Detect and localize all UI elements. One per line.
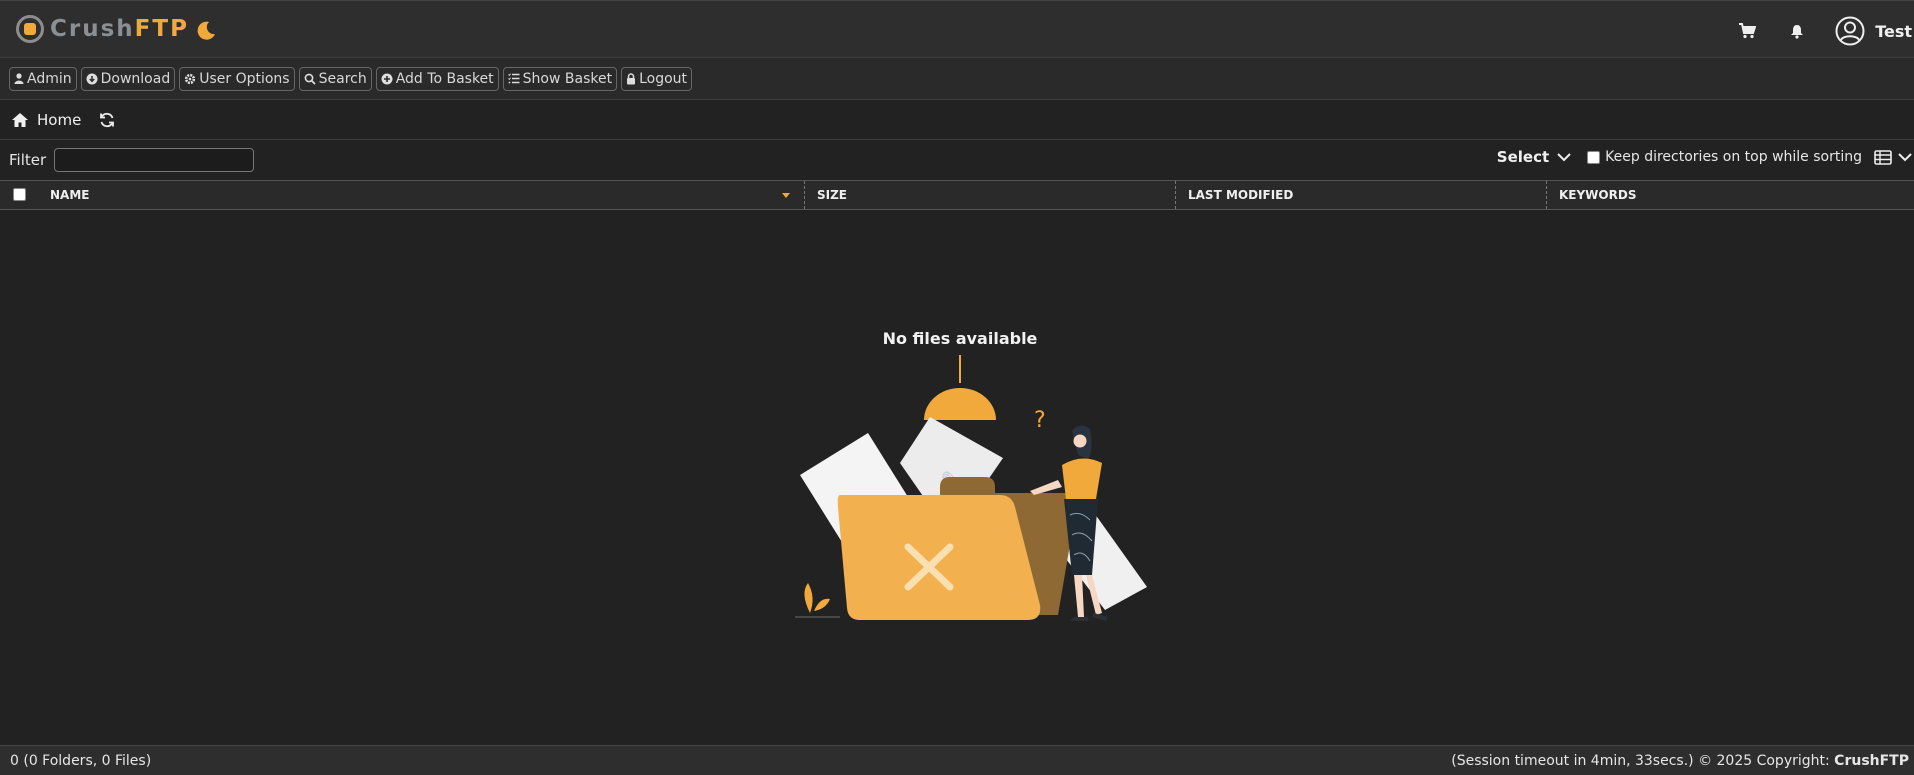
header-actions: Test <box>1735 14 1914 48</box>
crushftp-logo[interactable]: CrushFTP <box>16 15 189 43</box>
user-options-button-label: User Options <box>199 70 290 87</box>
svg-text:?: ? <box>1034 408 1046 433</box>
download-button-label: Download <box>100 70 171 87</box>
breadcrumb-home[interactable]: Home <box>37 111 81 129</box>
breadcrumb: Home <box>0 100 1914 140</box>
keep-directories-label: Keep directories on top while sorting <box>1605 149 1862 165</box>
view-mode-icon[interactable] <box>1874 149 1892 165</box>
select-dropdown[interactable]: Select <box>1497 148 1549 166</box>
add-to-basket-button-label: Add To Basket <box>395 70 494 87</box>
column-divider[interactable] <box>1175 181 1176 209</box>
empty-folder-illustration: ✎ ? <box>795 355 1147 621</box>
chevron-down-icon[interactable] <box>1557 152 1571 162</box>
keep-directories-checkbox[interactable] <box>1587 150 1601 164</box>
user-options-button[interactable]: User Options <box>179 66 295 91</box>
lock-icon <box>627 72 636 84</box>
home-icon[interactable] <box>11 112 29 128</box>
add-circle-icon <box>381 73 393 84</box>
session-info: (Session timeout in 4min, 33secs.) © 202… <box>1451 753 1909 769</box>
status-bar: 0 (0 Folders, 0 Files) (Session timeout … <box>0 745 1914 775</box>
user-icon <box>14 73 24 84</box>
admin-button[interactable]: Admin <box>9 66 77 91</box>
select-all-checkbox[interactable] <box>13 188 26 201</box>
show-basket-button[interactable]: Show Basket <box>502 66 618 91</box>
cart-icon[interactable] <box>1735 19 1759 43</box>
download-button[interactable]: Download <box>80 66 176 91</box>
admin-button-label: Admin <box>27 70 72 87</box>
logout-button-label: Logout <box>639 70 688 87</box>
filter-input[interactable] <box>54 148 255 172</box>
column-size[interactable]: SIZE <box>817 181 847 209</box>
gear-icon <box>185 73 196 84</box>
item-count: 0 (0 Folders, 0 Files) <box>10 752 152 769</box>
column-name[interactable]: NAME <box>50 181 798 209</box>
logo-text-ftp: FTP <box>134 16 189 42</box>
search-icon <box>304 73 316 85</box>
toolbar: Admin Download User Options Search Add T… <box>0 58 1914 100</box>
copyright-brand: CrushFTP <box>1834 752 1909 769</box>
top-bar: CrushFTP Test <box>0 0 1914 58</box>
user-name[interactable]: Test <box>1875 22 1912 41</box>
column-last-modified[interactable]: LAST MODIFIED <box>1188 181 1293 209</box>
file-table-header: NAME SIZE LAST MODIFIED KEYWORDS <box>0 180 1914 210</box>
refresh-icon[interactable] <box>99 112 115 128</box>
sort-desc-icon <box>782 193 790 198</box>
filter-bar: Filter Select Keep directories on top wh… <box>0 140 1914 180</box>
add-to-basket-button[interactable]: Add To Basket <box>375 66 499 91</box>
empty-state-title: No files available <box>882 329 1038 348</box>
search-button[interactable]: Search <box>298 66 372 91</box>
column-divider[interactable] <box>1546 181 1547 209</box>
dark-mode-moon-icon[interactable] <box>194 19 218 43</box>
column-divider[interactable] <box>804 181 805 209</box>
logo-text-crush: Crush <box>50 16 135 42</box>
show-basket-button-label: Show Basket <box>522 70 613 87</box>
download-icon <box>86 73 98 84</box>
column-keywords[interactable]: KEYWORDS <box>1559 181 1636 209</box>
search-button-label: Search <box>318 70 367 87</box>
view-mode-chevron-icon[interactable] <box>1898 152 1912 162</box>
user-avatar-icon[interactable] <box>1835 16 1865 46</box>
bell-icon[interactable] <box>1785 19 1809 43</box>
session-timeout-text: (Session timeout in 4min, 33secs.) © 202… <box>1451 752 1835 769</box>
logout-button[interactable]: Logout <box>621 66 693 91</box>
filter-label: Filter <box>9 151 47 169</box>
list-icon <box>507 73 520 84</box>
logo-mark-icon <box>16 15 44 43</box>
